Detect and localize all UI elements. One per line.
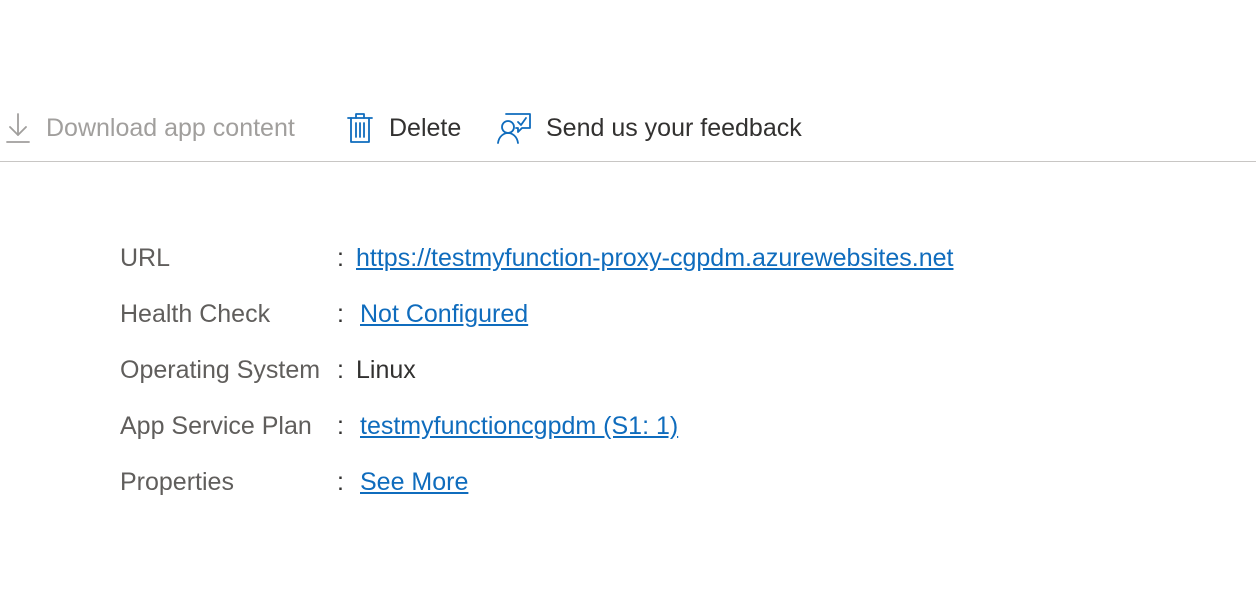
- operating-system-separator: :: [337, 356, 344, 384]
- download-app-content-label: Download app content: [46, 113, 295, 142]
- health-check-link[interactable]: Not Configured: [360, 286, 528, 342]
- url-separator: :: [337, 244, 344, 272]
- url-label: URL: [120, 244, 171, 272]
- send-feedback-button[interactable]: Send us your feedback: [496, 100, 802, 156]
- properties-separator: :: [337, 468, 344, 496]
- delete-label: Delete: [389, 113, 462, 142]
- health-check-separator: :: [337, 300, 344, 328]
- command-bar: Download app content Delete Send us your…: [0, 100, 1256, 162]
- download-app-content-button[interactable]: Download app content: [4, 100, 295, 156]
- send-feedback-label: Send us your feedback: [546, 113, 802, 142]
- operating-system-value: Linux: [356, 356, 416, 384]
- app-service-plan-link[interactable]: testmyfunctioncgpdm (S1: 1): [360, 398, 678, 454]
- url-link[interactable]: https://testmyfunction-proxy-cgpdm.azure…: [356, 230, 954, 286]
- feedback-icon: [496, 111, 532, 145]
- download-icon: [4, 111, 32, 145]
- see-more-link[interactable]: See More: [360, 454, 468, 510]
- app-overview-page: Download app content Delete Send us your…: [0, 0, 1256, 596]
- operating-system-label: Operating System: [120, 356, 321, 384]
- app-service-plan-separator: :: [337, 412, 344, 440]
- delete-button[interactable]: Delete: [345, 100, 461, 156]
- trash-icon: [345, 111, 375, 145]
- app-service-plan-label: App Service Plan: [120, 412, 312, 440]
- properties-label: Properties: [120, 468, 234, 496]
- health-check-label: Health Check: [120, 300, 271, 328]
